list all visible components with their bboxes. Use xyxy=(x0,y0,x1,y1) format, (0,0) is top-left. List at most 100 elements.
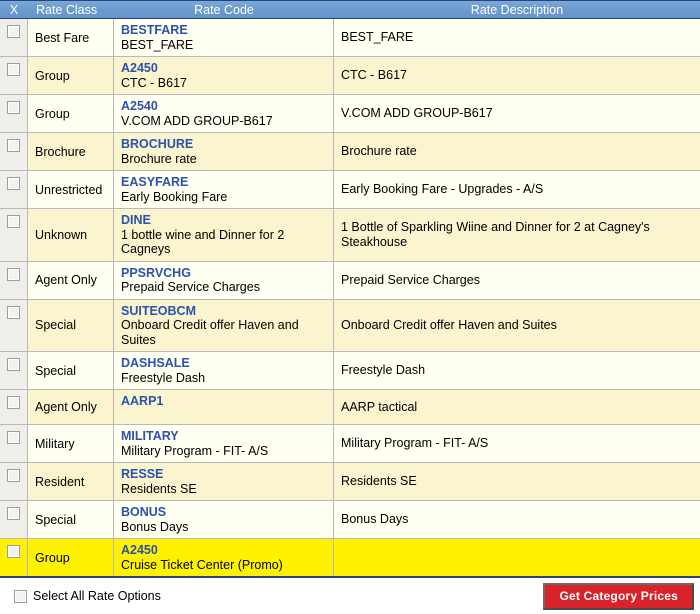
cell-rate-code: AARP1 xyxy=(114,390,334,424)
row-checkbox[interactable] xyxy=(7,469,20,483)
row-checkbox-cell[interactable] xyxy=(0,352,28,389)
select-all-checkbox[interactable] xyxy=(14,589,27,603)
rate-code-value[interactable]: BESTFARE xyxy=(121,23,327,38)
cell-rate-class: Agent Only xyxy=(28,390,114,424)
rate-code-value[interactable]: BONUS xyxy=(121,505,327,520)
column-header-rate-code[interactable]: Rate Code xyxy=(114,1,334,18)
column-header-rate-class[interactable]: Rate Class xyxy=(28,1,114,18)
table-row[interactable]: Military MILITARY Military Program - FIT- … xyxy=(0,425,700,463)
table-row[interactable]: Brochure BROCHURE Brochure rate Brochure ra… xyxy=(0,133,700,171)
row-checkbox-cell[interactable] xyxy=(0,501,28,538)
rate-code-value[interactable]: PPSRVCHG xyxy=(121,266,327,281)
row-checkbox[interactable] xyxy=(7,267,20,281)
row-checkbox[interactable] xyxy=(7,25,20,39)
row-checkbox[interactable] xyxy=(7,101,20,115)
select-all-rate-options[interactable]: Select All Rate Options xyxy=(14,589,161,603)
row-checkbox-cell[interactable] xyxy=(0,425,28,462)
row-checkbox-cell[interactable] xyxy=(0,171,28,208)
grid-header-row: X Rate Class Rate Code Rate Description xyxy=(0,0,700,19)
cell-rate-class: Military xyxy=(28,425,114,462)
cell-rate-class: Group xyxy=(28,95,114,132)
table-row[interactable]: Group A2540 V.COM ADD GROUP-B617 V.COM ADD … xyxy=(0,95,700,133)
rate-code-name: Early Booking Fare xyxy=(121,189,228,204)
table-row[interactable]: Group A2450 CTC - B617 CTC - B617 xyxy=(0,57,700,95)
rate-code-value[interactable]: A2450 xyxy=(121,61,327,76)
cell-rate-code: A2540 V.COM ADD GROUP-B617 xyxy=(114,95,334,132)
cell-rate-description: Early Booking Fare - Upgrades - A/S xyxy=(341,182,544,197)
rate-code-value[interactable]: DASHSALE xyxy=(121,356,327,371)
table-row[interactable]: Agent Only AARP1 AARP tactical xyxy=(0,390,700,425)
cell-rate-class: Agent Only xyxy=(28,261,114,299)
cell-rate-description: Brochure rate xyxy=(341,144,417,159)
row-checkbox-cell[interactable] xyxy=(0,209,28,261)
row-checkbox-cell[interactable] xyxy=(0,463,28,500)
rate-code-name: Cruise Ticket Center (Promo) xyxy=(121,557,283,572)
cell-rate-class: Special xyxy=(28,352,114,389)
cell-rate-code: DASHSALE Freestyle Dash xyxy=(114,352,334,389)
row-checkbox[interactable] xyxy=(7,507,20,521)
row-checkbox-cell[interactable] xyxy=(0,390,28,424)
row-checkbox[interactable] xyxy=(7,431,20,445)
rate-code-value[interactable]: SUITEOBCM xyxy=(121,304,327,319)
cell-rate-description xyxy=(334,539,700,576)
cell-rate-description: V.COM ADD GROUP-B617 xyxy=(341,106,493,121)
column-header-checkbox[interactable]: X xyxy=(0,1,28,18)
rate-code-name: Brochure rate xyxy=(121,151,197,166)
rate-code-value[interactable]: A2450 xyxy=(121,543,327,558)
table-row[interactable]: Special BONUS Bonus Days Bonus Days xyxy=(0,501,700,539)
cell-rate-description: Bonus Days xyxy=(341,512,409,527)
cell-rate-description: CTC - B617 xyxy=(341,68,407,83)
table-row[interactable]: Special DASHSALE Freestyle Dash Freestyle D… xyxy=(0,352,700,390)
row-checkbox[interactable] xyxy=(7,305,20,319)
cell-rate-description: Onboard Credit offer Haven and Suites xyxy=(341,318,557,332)
cell-rate-code: RESSE Residents SE xyxy=(114,463,334,500)
rate-code-name: Prepaid Service Charges xyxy=(121,280,260,294)
cell-rate-code: A2450 Cruise Ticket Center (Promo) xyxy=(114,539,334,576)
row-checkbox[interactable] xyxy=(7,396,20,410)
row-checkbox[interactable] xyxy=(7,177,20,191)
cell-rate-description: 1 Bottle of Sparkling Wiine and Dinner f… xyxy=(341,220,650,249)
cell-rate-code: EASYFARE Early Booking Fare xyxy=(114,171,334,208)
cell-rate-code: DINE 1 bottle wine and Dinner for 2 Cagne… xyxy=(114,209,334,261)
rate-code-value[interactable]: A2540 xyxy=(121,99,327,114)
row-checkbox-cell[interactable] xyxy=(0,299,28,351)
rate-code-value[interactable]: AARP1 xyxy=(121,394,327,409)
cell-rate-class: Unrestricted xyxy=(28,171,114,208)
table-row[interactable]: Special SUITEOBCM Onboard Credit offer Hav… xyxy=(0,299,700,352)
table-row[interactable]: Best Fare BESTFARE BEST_FARE BEST_FARE xyxy=(0,19,700,57)
cell-rate-code: BONUS Bonus Days xyxy=(114,501,334,538)
row-checkbox[interactable] xyxy=(7,215,20,229)
row-checkbox-cell[interactable] xyxy=(0,539,28,576)
rate-code-value[interactable]: BROCHURE xyxy=(121,137,327,152)
row-checkbox-cell[interactable] xyxy=(0,261,28,299)
cell-rate-class: Group xyxy=(28,57,114,94)
get-category-prices-button[interactable]: Get Category Prices xyxy=(543,582,694,610)
rate-code-value[interactable]: RESSE xyxy=(121,467,327,482)
row-checkbox[interactable] xyxy=(7,63,20,77)
cell-rate-code: PPSRVCHG Prepaid Service Charges xyxy=(114,261,334,299)
rate-code-name: Freestyle Dash xyxy=(121,370,206,385)
rate-code-value[interactable]: DINE xyxy=(121,213,327,228)
row-checkbox-cell[interactable] xyxy=(0,57,28,94)
table-row[interactable]: Group A2450 Cruise Ticket Center (Promo) xyxy=(0,539,700,576)
row-checkbox[interactable] xyxy=(7,358,20,372)
rate-code-value[interactable]: EASYFARE xyxy=(121,175,327,190)
row-checkbox-cell[interactable] xyxy=(0,95,28,132)
cell-rate-class: Special xyxy=(28,501,114,538)
table-row[interactable]: Unrestricted EASYFARE Early Booking Fare Ea… xyxy=(0,171,700,209)
cell-rate-class: Group xyxy=(28,539,114,576)
cell-rate-class: Unknown xyxy=(28,209,114,261)
cell-rate-code: BESTFARE BEST_FARE xyxy=(114,19,334,56)
cell-rate-class: Best Fare xyxy=(28,19,114,56)
row-checkbox[interactable] xyxy=(7,139,20,153)
row-checkbox-cell[interactable] xyxy=(0,19,28,56)
table-row[interactable]: Resident RESSE Residents SE Residents SE xyxy=(0,463,700,501)
row-checkbox-cell[interactable] xyxy=(0,133,28,170)
row-checkbox[interactable] xyxy=(7,545,20,559)
column-header-rate-description[interactable]: Rate Description xyxy=(334,1,700,18)
table-row[interactable]: Agent Only PPSRVCHG Prepaid Service Charge… xyxy=(0,261,700,300)
cell-rate-description: Freestyle Dash xyxy=(341,363,426,378)
table-row[interactable]: Unknown DINE 1 bottle wine and Dinner for … xyxy=(0,209,700,262)
rate-code-value[interactable]: MILITARY xyxy=(121,429,327,444)
rate-code-name: Residents SE xyxy=(121,481,197,496)
